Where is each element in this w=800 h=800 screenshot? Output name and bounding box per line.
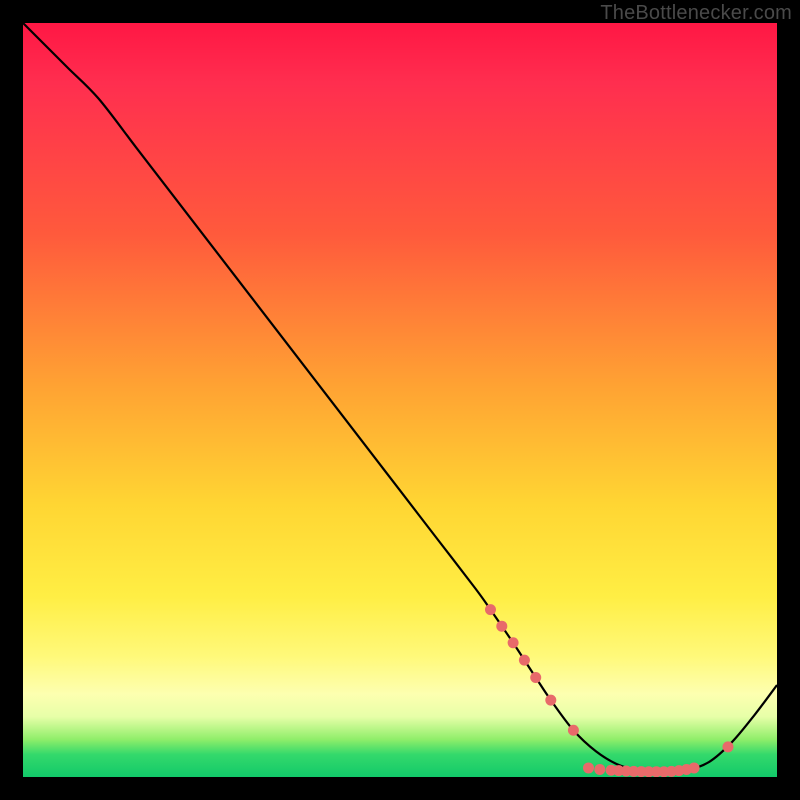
curve-marker: [530, 672, 541, 683]
curve-marker: [621, 765, 632, 776]
curve-marker: [673, 765, 684, 776]
curve-marker: [643, 766, 654, 777]
curve-marker: [545, 695, 556, 706]
curve-marker: [722, 741, 733, 752]
watermark-text: TheBottlenecker.com: [600, 2, 792, 25]
curve-marker: [519, 655, 530, 666]
gradient-plot-area: [23, 23, 777, 777]
curve-marker: [568, 725, 579, 736]
curve-marker: [666, 766, 677, 777]
curve-marker: [594, 764, 605, 775]
curve-marker: [613, 765, 624, 776]
chart-frame: TheBottlenecker.com: [0, 0, 800, 800]
curve-marker: [628, 766, 639, 777]
curve-marker: [496, 621, 507, 632]
curve-marker: [658, 766, 669, 777]
bottleneck-curve: [23, 23, 777, 773]
curve-markers: [485, 604, 734, 777]
curve-marker: [606, 765, 617, 776]
curve-marker: [583, 762, 594, 773]
curve-marker: [636, 766, 647, 777]
curve-marker: [651, 766, 662, 777]
curve-marker: [485, 604, 496, 615]
curve-marker: [681, 764, 692, 775]
curve-marker: [508, 637, 519, 648]
curve-svg: [23, 23, 777, 777]
curve-marker: [689, 762, 700, 773]
